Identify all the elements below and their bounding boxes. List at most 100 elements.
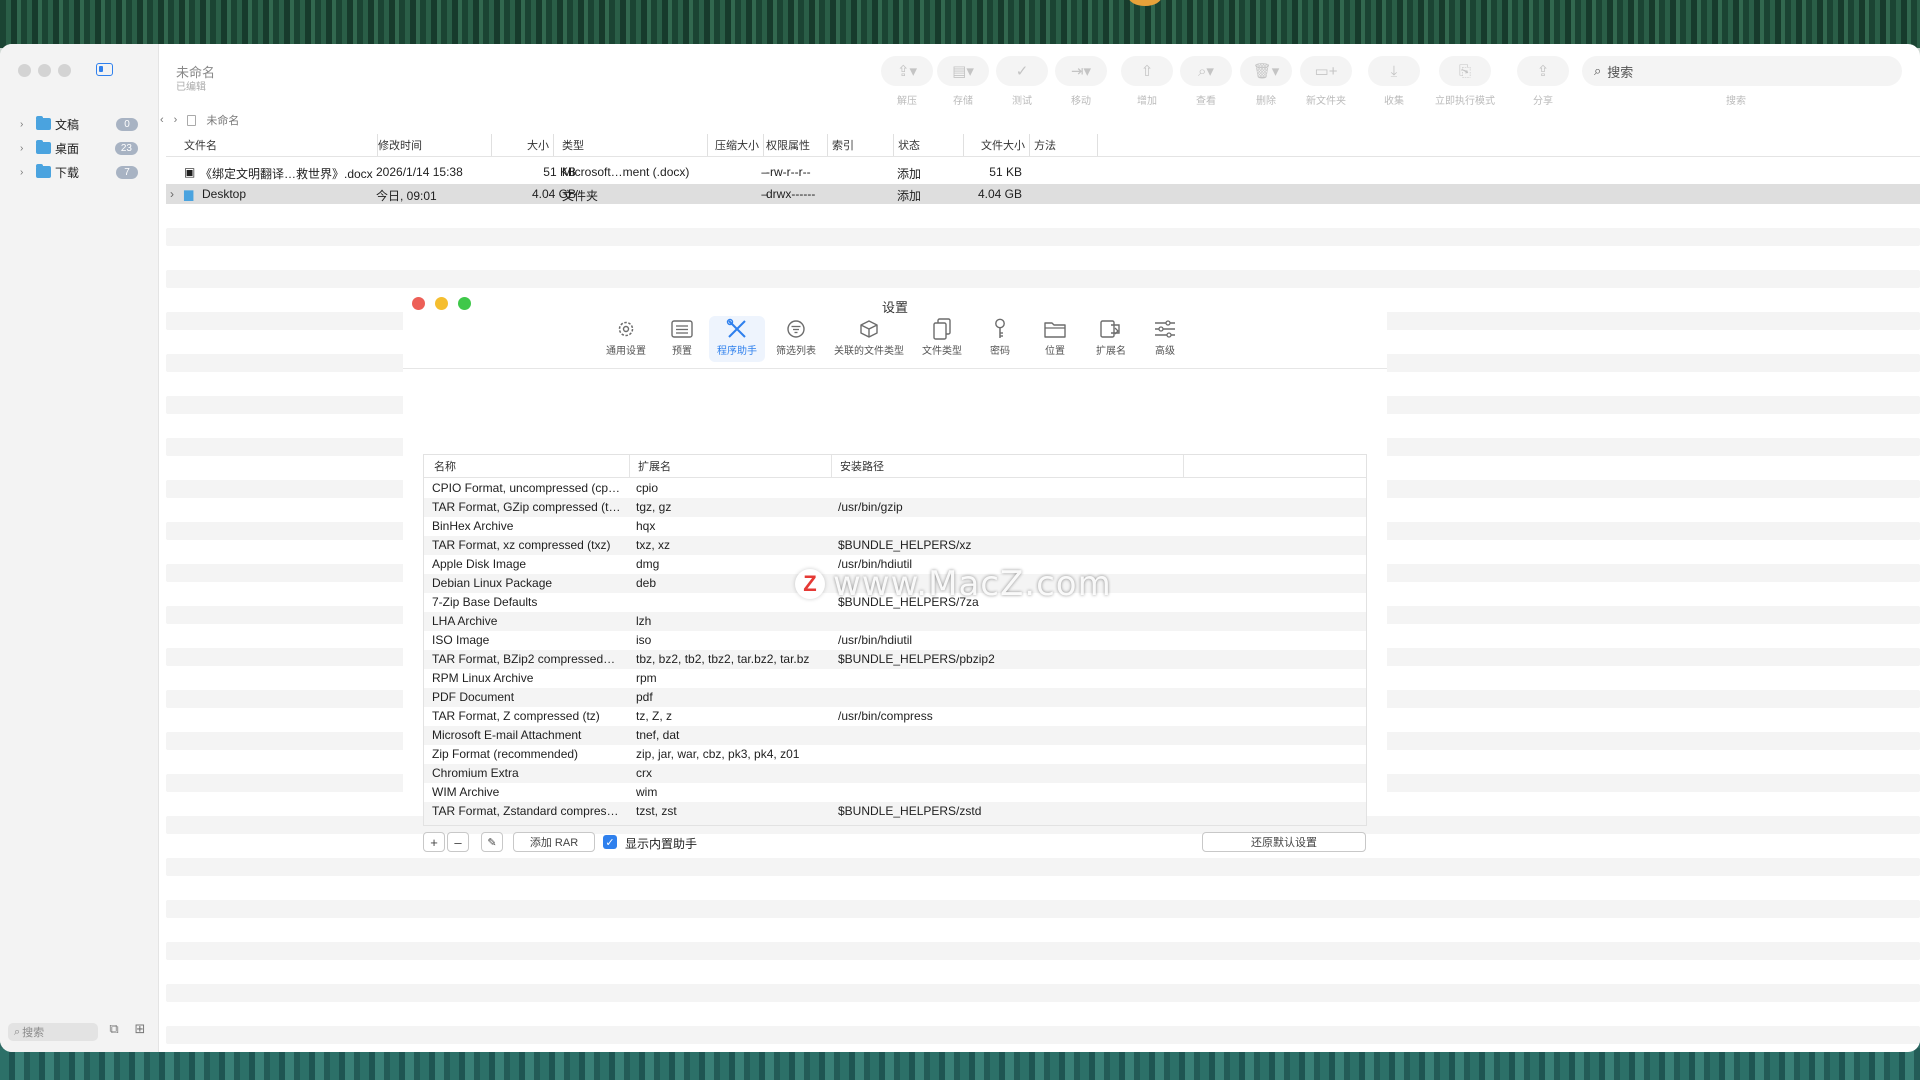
tab-helpers[interactable]: 程序助手 bbox=[709, 316, 765, 362]
column-header-install-path[interactable]: 安装路径 bbox=[832, 455, 1184, 477]
column-header-helper-name[interactable]: 名称 bbox=[426, 455, 630, 477]
search-input[interactable]: ⌕ 搜索 bbox=[1582, 56, 1902, 86]
toolbar-archive-button[interactable]: ▤▾ 存储 bbox=[930, 56, 996, 107]
tab-password[interactable]: 密码 bbox=[983, 318, 1017, 357]
search-placeholder: 搜索 bbox=[1607, 64, 1634, 80]
tab-advanced[interactable]: 高级 bbox=[1145, 318, 1185, 357]
table-row[interactable]: TAR Format, Zstandard compres… tzst, zst $… bbox=[424, 802, 1366, 821]
chevron-right-icon[interactable]: › bbox=[20, 143, 30, 154]
column-header-file-size[interactable]: 文件大小 bbox=[964, 134, 1030, 156]
extension-icon bbox=[1091, 318, 1131, 340]
sidebar-item-documents[interactable]: › 文稿 0 bbox=[20, 114, 138, 134]
restore-defaults-button[interactable]: 还原默认设置 bbox=[1202, 832, 1366, 852]
box-icon bbox=[827, 318, 911, 340]
tab-extensions[interactable]: 扩展名 bbox=[1091, 318, 1131, 357]
add-rar-button[interactable]: 添加 RAR bbox=[513, 832, 595, 852]
toolbar-move-button[interactable]: ⇥▾ 移动 bbox=[1048, 56, 1114, 107]
toolbar-view-button[interactable]: ⌕▾ 查看 bbox=[1173, 56, 1239, 107]
breadcrumb-item[interactable]: 未命名 bbox=[206, 112, 239, 128]
table-row[interactable]: TAR Format, GZip compressed (t… tgz, gz/u… bbox=[424, 498, 1366, 517]
header-divider bbox=[166, 156, 1920, 157]
file-row-selected[interactable]: › ▆ Desktop 今日, 09:01 4.04 GB 文件夹 – drwx… bbox=[166, 184, 1920, 204]
chevron-right-icon[interactable]: › bbox=[20, 119, 30, 130]
helper-extension: txz, xz bbox=[636, 538, 671, 552]
column-header-modified[interactable]: 修改时间 bbox=[374, 134, 492, 156]
helper-name: Microsoft E-mail Attachment bbox=[432, 728, 582, 742]
sidebar-search-input[interactable]: ⌕ 搜索 bbox=[8, 1023, 98, 1041]
tab-location[interactable]: 位置 bbox=[1037, 318, 1073, 357]
table-row[interactable]: Zip Format (recommended) zip, jar, war, c… bbox=[424, 745, 1366, 764]
view-options-icon[interactable]: ⊞ bbox=[130, 1021, 150, 1041]
tab-filter-list[interactable]: 筛选列表 bbox=[771, 318, 821, 357]
helper-name: TAR Format, Zstandard compres… bbox=[432, 804, 619, 818]
sliders-icon bbox=[1145, 318, 1185, 340]
toolbar-collect-button[interactable]: ⤓ 收集 bbox=[1361, 56, 1427, 107]
folder-icon bbox=[36, 140, 51, 154]
table-row[interactable]: LHA Archive lzh bbox=[424, 612, 1366, 631]
sidebar-item-desktop[interactable]: › 桌面 23 bbox=[20, 138, 138, 158]
toolbar-delete-button[interactable]: 🗑▾ 删除 bbox=[1233, 56, 1299, 107]
table-row[interactable]: PDF Document pdf bbox=[424, 688, 1366, 707]
empty-row bbox=[166, 942, 1920, 960]
sidebar-item-label: 文稿 bbox=[55, 117, 80, 132]
helper-path: /usr/bin/hdiutil bbox=[838, 633, 913, 647]
filter-icon bbox=[771, 318, 821, 340]
chevron-right-icon[interactable]: › bbox=[20, 167, 30, 178]
collect-icon: ⤓ bbox=[1368, 56, 1420, 86]
window-minimize-button[interactable] bbox=[38, 64, 51, 77]
count-badge: 0 bbox=[116, 117, 138, 131]
toolbar-test-button[interactable]: ✓ 测试 bbox=[989, 56, 1055, 107]
sidebar-item-downloads[interactable]: › 下载 7 bbox=[20, 162, 138, 182]
table-row[interactable]: RPM Linux Archive rpm bbox=[424, 669, 1366, 688]
show-builtin-checkbox[interactable]: ✓ bbox=[603, 835, 617, 849]
folder-icon bbox=[1037, 318, 1073, 340]
toolbar-new-folder-button[interactable]: ▭+ 新文件夹 bbox=[1293, 56, 1359, 107]
sidebar-item-label: 下载 bbox=[55, 165, 80, 180]
column-header-compressed[interactable]: 压缩大小 bbox=[708, 134, 764, 156]
window-zoom-button[interactable] bbox=[58, 64, 71, 77]
table-row[interactable]: Microsoft E-mail Attachment tnef, dat bbox=[424, 726, 1366, 745]
column-header-extension[interactable]: 扩展名 bbox=[630, 455, 832, 477]
tabs-divider bbox=[403, 368, 1387, 369]
column-header-method[interactable]: 方法 bbox=[1030, 134, 1098, 156]
column-header-size[interactable]: 大小 bbox=[492, 134, 554, 156]
column-header-name[interactable]: 文件名 bbox=[180, 134, 378, 156]
tab-general[interactable]: 通用设置 bbox=[601, 318, 651, 357]
table-row[interactable]: TAR Format, BZip2 compressed… tbz, bz2, t… bbox=[424, 650, 1366, 669]
documents-icon bbox=[919, 318, 965, 340]
tab-presets[interactable]: 预置 bbox=[663, 318, 701, 357]
table-row[interactable]: TAR Format, xz compressed (txz) txz, xz $B… bbox=[424, 536, 1366, 555]
chevron-right-icon[interactable]: › bbox=[170, 187, 174, 201]
table-row[interactable]: Chromium Extra crx bbox=[424, 764, 1366, 783]
column-header-status[interactable]: 状态 bbox=[894, 134, 964, 156]
edit-helper-button[interactable]: ✎ bbox=[481, 832, 503, 852]
table-row[interactable]: ISO Image iso/usr/bin/hdiutil bbox=[424, 631, 1366, 650]
helper-extension: pdf bbox=[636, 690, 653, 704]
table-row[interactable]: BinHex Archive hqx bbox=[424, 517, 1366, 536]
toolbar-add-button[interactable]: ⇧ 增加 bbox=[1114, 56, 1180, 107]
table-row[interactable]: WIM Archive wim bbox=[424, 783, 1366, 802]
column-header-index[interactable]: 索引 bbox=[828, 134, 894, 156]
table-row[interactable]: CPIO Format, uncompressed (cp… cpio bbox=[424, 479, 1366, 498]
forward-icon[interactable]: › bbox=[174, 114, 178, 126]
watermark: Z www.MacZ.com bbox=[795, 564, 1112, 604]
test-icon: ✓ bbox=[996, 56, 1048, 86]
remove-helper-button[interactable]: – bbox=[447, 832, 469, 852]
tab-file-types[interactable]: 文件类型 bbox=[919, 318, 965, 357]
helper-name: Debian Linux Package bbox=[432, 576, 553, 590]
toolbar-label: 新文件夹 bbox=[1306, 96, 1346, 107]
toolbar-share-button[interactable]: ⇪ 分享 bbox=[1510, 56, 1576, 107]
sidebar-toggle-icon[interactable] bbox=[96, 63, 113, 76]
add-location-icon[interactable]: ⧉ bbox=[104, 1021, 124, 1041]
back-icon[interactable]: ‹ bbox=[160, 114, 164, 126]
column-header-permissions[interactable]: 权限属性 bbox=[762, 134, 828, 156]
search-icon: ⌕ bbox=[1594, 63, 1602, 78]
file-row[interactable]: ▣ 《绑定文明翻译…救世界》.docx 2026/1/14 15:38 51 K… bbox=[166, 162, 1920, 182]
window-close-button[interactable] bbox=[18, 64, 31, 77]
add-helper-button[interactable]: + bbox=[423, 832, 445, 852]
column-header-type[interactable]: 类型 bbox=[558, 134, 708, 156]
table-row[interactable]: TAR Format, Z compressed (tz) tz, Z, z/us… bbox=[424, 707, 1366, 726]
settings-dialog: 设置 通用设置 预置 程序助手 筛选列表 关联的文件类型 文件类型 密码 位置 … bbox=[403, 288, 1387, 852]
toolbar-run-mode-button[interactable]: ⎘ 立即执行模式 bbox=[1432, 56, 1498, 107]
tab-associated-types[interactable]: 关联的文件类型 bbox=[827, 318, 911, 357]
